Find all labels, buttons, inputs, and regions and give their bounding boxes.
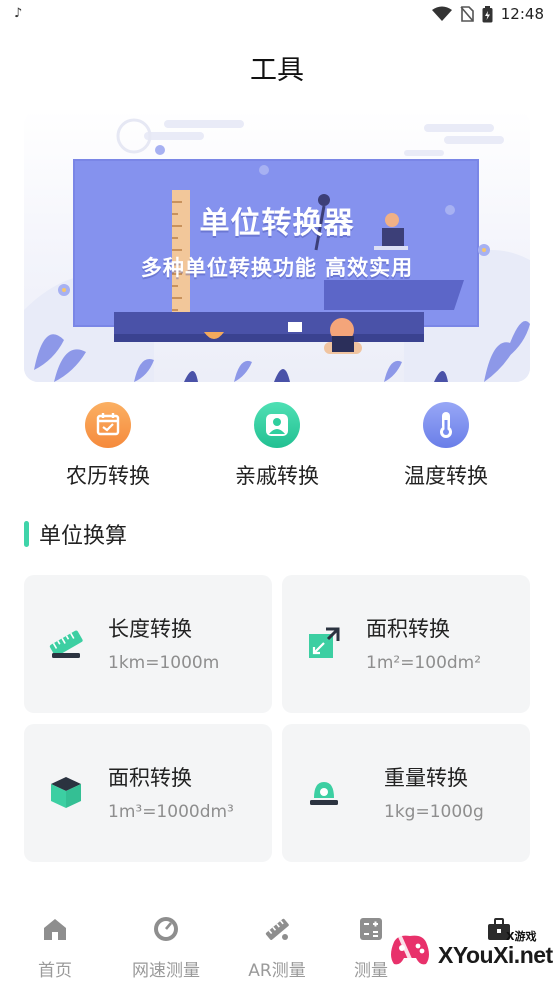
relative-convert-button[interactable]: 亲戚转换 — [207, 402, 347, 490]
card-title: 面积转换 — [366, 617, 450, 641]
quick-item-label: 农历转换 — [66, 464, 150, 488]
no-sim-icon — [460, 6, 474, 22]
area-convert-card[interactable]: 面积转换 1m²=100dm² — [282, 575, 530, 713]
card-subtitle: 1m³=1000dm³ — [108, 802, 234, 822]
gamepad-logo-icon — [391, 931, 429, 969]
ruler-icon — [49, 630, 83, 658]
card-subtitle: 1km=1000m — [108, 653, 220, 673]
card-title: 长度转换 — [108, 617, 192, 641]
nav-speed-test[interactable]: 网速测量 — [111, 914, 221, 981]
watermark-text: XYouXi.net — [438, 942, 553, 968]
card-subtitle: 1kg=1000g — [384, 802, 484, 822]
banner-illustration — [24, 118, 530, 382]
scale-icon — [310, 782, 338, 805]
banner-subtitle: 多种单位转换功能 高效实用 — [140, 256, 414, 280]
calculator-icon — [360, 918, 382, 940]
banner-title: 单位转换器 — [199, 206, 355, 241]
wifi-icon — [431, 6, 452, 21]
home-icon — [44, 919, 66, 940]
battery-icon — [482, 5, 493, 22]
calendar-icon — [85, 402, 131, 448]
nav-label: 首页 — [38, 961, 72, 981]
quick-tools: 农历转换 亲戚转换 温度转换 — [0, 402, 554, 502]
weight-convert-card[interactable]: 重量转换 1kg=1000g — [282, 724, 530, 862]
page-title: 工具 — [250, 55, 304, 86]
person-icon — [254, 402, 300, 448]
cube-icon — [51, 777, 81, 808]
temperature-convert-button[interactable]: 温度转换 — [376, 402, 516, 490]
nav-home[interactable]: 首页 — [0, 914, 110, 981]
card-title: 面积转换 — [108, 766, 192, 790]
length-convert-card[interactable]: 长度转换 1km=1000m — [24, 575, 272, 713]
quick-item-label: 温度转换 — [404, 464, 488, 488]
section-header: 单位换算 — [24, 518, 127, 550]
clock-time: 12:48 — [500, 5, 544, 23]
volume-convert-card[interactable]: 面积转换 1m³=1000dm³ — [24, 724, 272, 862]
nav-label: 网速测量 — [132, 961, 200, 981]
card-subtitle: 1m²=100dm² — [366, 653, 482, 673]
unit-converter-banner[interactable]: 单位转换器 多种单位转换功能 高效实用 — [24, 110, 530, 382]
lunar-convert-button[interactable]: 农历转换 — [38, 402, 178, 490]
tiktok-notification-icon: ♪ — [14, 6, 23, 21]
ar-ruler-icon — [265, 918, 289, 940]
card-title: 重量转换 — [384, 766, 468, 790]
expand-icon — [309, 627, 340, 658]
section-title: 单位换算 — [39, 524, 128, 549]
section-accent-bar — [24, 521, 29, 547]
thermometer-icon — [423, 402, 469, 448]
speedometer-icon — [154, 917, 178, 941]
watermark: X游戏 XYouXi.net — [386, 916, 554, 982]
status-bar: ♪ 12:48 — [0, 0, 554, 30]
quick-item-label: 亲戚转换 — [235, 464, 319, 488]
